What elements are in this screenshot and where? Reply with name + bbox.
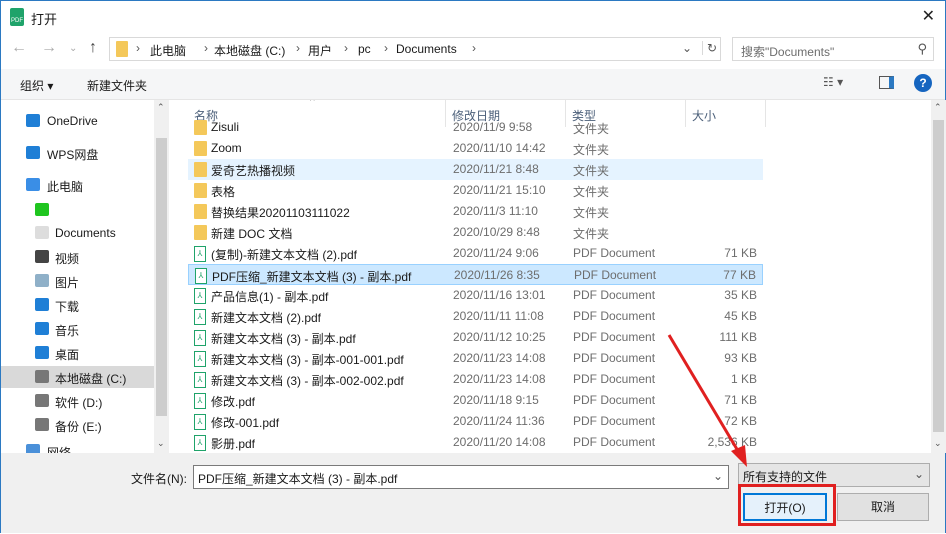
arrow-head — [731, 445, 747, 467]
arrow-line — [667, 334, 743, 457]
open-file-dialog: PDF 打开 ✕ ← → ⌄ ↑ › 此电脑 › 本地磁盘 (C:) › 用户 … — [0, 0, 946, 533]
annotation-arrow — [667, 334, 747, 467]
